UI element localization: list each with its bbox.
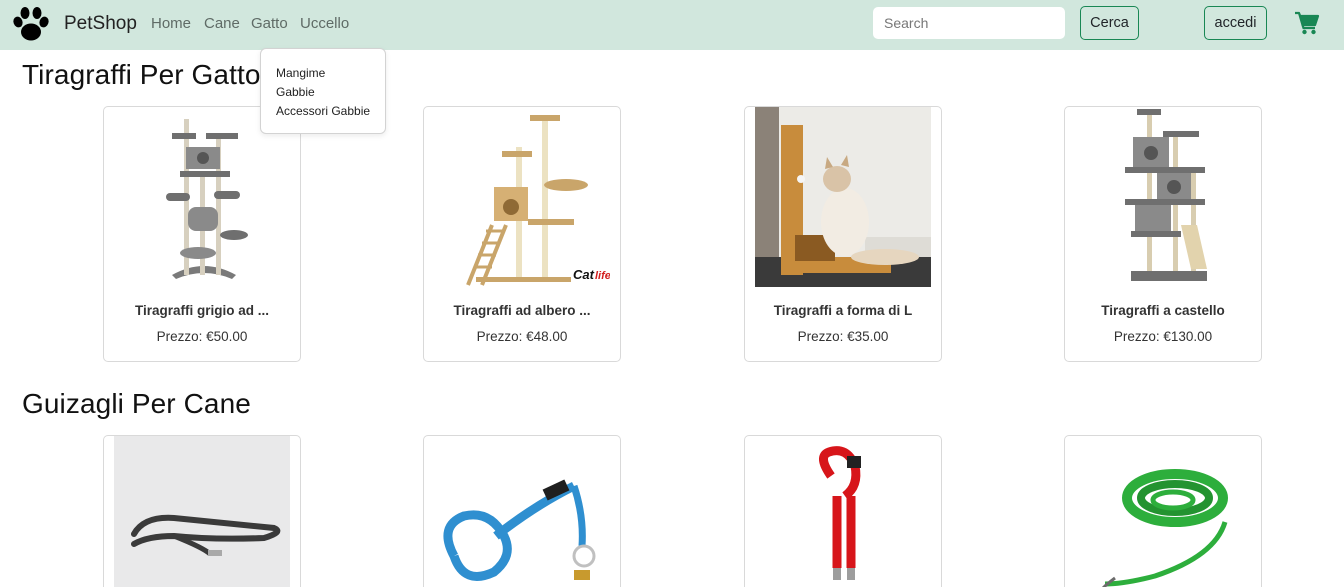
product-price: Prezzo: €35.00 — [797, 329, 889, 344]
svg-text:Cat: Cat — [573, 267, 595, 282]
product-card[interactable]: Tiragraffi a castello Prezzo: €130.00 — [1064, 106, 1262, 362]
section-title-leashes: Guizagli Per Cane — [22, 388, 251, 419]
product-card[interactable] — [423, 435, 621, 587]
product-card[interactable] — [744, 435, 942, 587]
dropdown-item-accessori-gabbie[interactable]: Accessori Gabbie — [276, 104, 370, 118]
brand-name[interactable]: PetShop — [64, 13, 137, 35]
grey-cat-tree-image — [114, 107, 290, 287]
product-card[interactable]: Tiragraffi a forma di L Prezzo: €35.00 — [744, 106, 942, 362]
grey-castle-cat-tree-image — [1075, 107, 1251, 287]
product-price: Prezzo: €48.00 — [476, 329, 568, 344]
paw-icon[interactable] — [10, 5, 52, 43]
product-price: Prezzo: €50.00 — [156, 329, 248, 344]
nav-link-cane[interactable]: Cane — [204, 15, 240, 32]
svg-text:life: life — [595, 270, 610, 282]
dropdown-menu: Mangime Gabbie Accessori Gabbie — [260, 48, 386, 134]
product-card[interactable]: Cat life Tiragraffi ad albero ... Prezzo… — [423, 106, 621, 362]
red-leash-image — [755, 436, 931, 587]
section-title-scratchers: Tiragraffi Per Gatto — [22, 59, 261, 90]
dark-grey-leash-image — [114, 436, 290, 587]
nav-link-gatto[interactable]: Gatto — [251, 15, 288, 32]
blue-leash-image — [434, 436, 610, 587]
nav-link-uccello[interactable]: Uccello — [300, 15, 349, 32]
login-button[interactable]: accedi — [1204, 6, 1267, 40]
nav-link-home[interactable]: Home — [151, 15, 191, 32]
product-card[interactable] — [103, 435, 301, 587]
search-button[interactable]: Cerca — [1080, 6, 1139, 40]
product-name: Tiragraffi a forma di L — [773, 303, 913, 318]
navbar: PetShop Home Cane Gatto Uccello Cerca ac… — [0, 0, 1344, 50]
product-card[interactable]: Tiragraffi grigio ad ... Prezzo: €50.00 — [103, 106, 301, 362]
product-name: Tiragraffi grigio ad ... — [134, 303, 270, 318]
beige-cat-tree-image: Cat life — [434, 107, 610, 287]
dropdown-item-gabbie[interactable]: Gabbie — [276, 85, 315, 99]
product-name: Tiragraffi ad albero ... — [453, 303, 591, 318]
product-name: Tiragraffi a castello — [1101, 303, 1225, 318]
cat-with-l-scratcher-image — [755, 107, 931, 287]
product-card[interactable] — [1064, 435, 1262, 587]
green-leash-image — [1075, 436, 1251, 587]
shopping-cart-icon[interactable] — [1294, 10, 1320, 36]
search-input[interactable] — [873, 7, 1065, 39]
dropdown-item-mangime[interactable]: Mangime — [276, 66, 325, 80]
product-price: Prezzo: €130.00 — [1113, 329, 1213, 344]
